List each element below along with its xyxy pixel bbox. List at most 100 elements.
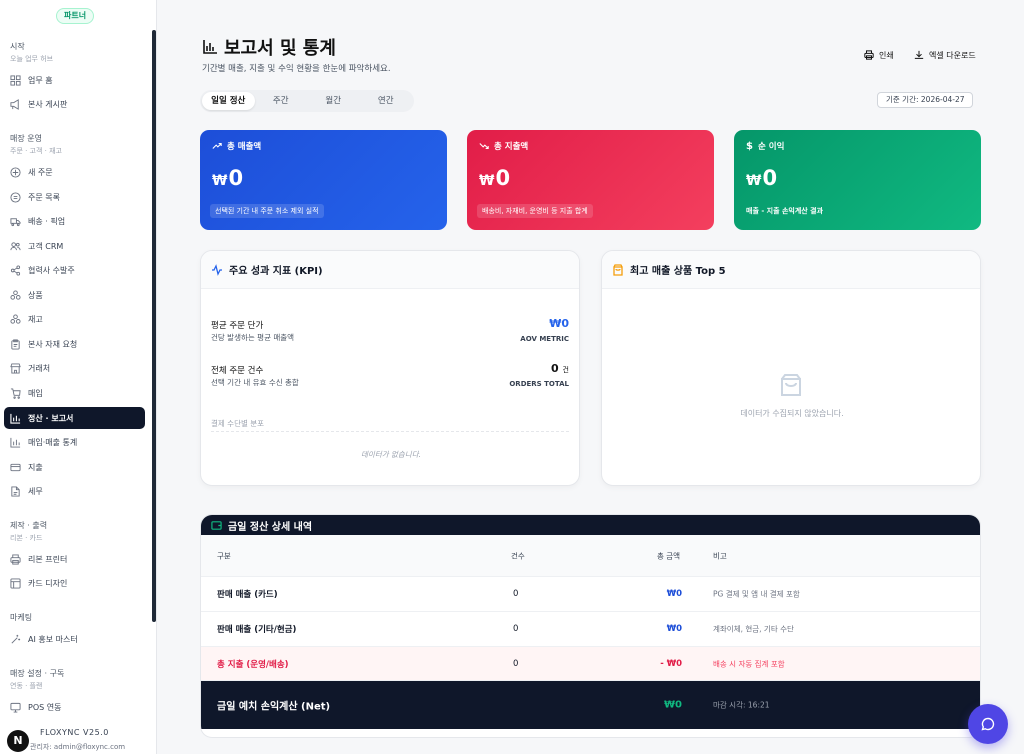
net-profit-card: $ 순 이익 ₩0 매출 - 지출 손익계산 결과 (734, 130, 981, 230)
excel-download-button[interactable]: 엑셀 다운로드 (914, 46, 976, 64)
clipboard-icon (11, 338, 20, 350)
tab-weekly[interactable]: 주간 (255, 92, 308, 110)
sidebar-item-products[interactable]: 상품 (4, 284, 145, 306)
sidebar-item-crm[interactable]: 고객 CRM (4, 235, 145, 257)
base-date-badge: 기준 기간: 2026-04-27 (877, 92, 974, 108)
orders-total-unit: ORDERS TOTAL (509, 380, 569, 388)
monitor-icon (10, 702, 21, 713)
table-header-bar: 금일 정산 상세 내역 (201, 515, 980, 535)
kpi-note: 매출 - 지출 손익계산 결과 (746, 207, 824, 215)
bar-chart-icon (10, 413, 21, 424)
boxes-icon (10, 289, 21, 300)
print-button[interactable]: 인쇄 (864, 46, 894, 64)
kpi-currency: ₩ (212, 173, 228, 189)
activity-icon (212, 263, 222, 276)
payment-distribution-label: 결제 수단별 분포 (211, 419, 265, 428)
store-icon (10, 362, 21, 374)
admin-email: 관리자: admin@floxync.com (30, 743, 126, 751)
row-amount: ₩0 (666, 624, 682, 634)
sidebar-item-label: POS 연동 (28, 702, 62, 712)
section-title-start: 시작 (10, 42, 25, 51)
section-sub-production: 리본 · 카드 (10, 534, 43, 542)
sidebar-item-vendors[interactable]: 거래처 (4, 357, 145, 379)
sidebar-item-purchase[interactable]: 매입 (4, 382, 145, 404)
kpi-detail-header: 주요 성과 지표 (KPI) (201, 251, 579, 289)
row-label: 판매 매출 (카드) (217, 590, 278, 600)
sidebar-item-order-list[interactable]: 주문 목록 (4, 186, 145, 208)
sidebar-item-label: 고객 CRM (28, 241, 64, 251)
net-amount: ₩0 (664, 699, 682, 711)
version-label: FLOXYNC V25.0 (40, 728, 109, 737)
net-label: 금일 예치 손익계산 (Net) (217, 701, 331, 713)
sidebar-item-label: 재고 (28, 314, 43, 324)
sidebar: 파트너 시작 오늘 업무 허브 업무 홈 본사 게시판 매장 운영 주문 · 고… (0, 0, 157, 754)
net-total-row: 금일 예치 손익계산 (Net) ₩0 마감 시각: 16:21 (201, 681, 980, 729)
sidebar-item-hq-material[interactable]: 본사 자재 요청 (4, 333, 145, 355)
layout-icon (10, 577, 21, 589)
boxes-icon (10, 313, 21, 324)
kpi-value: 0 (762, 166, 778, 190)
orders-total-label: 전체 주문 건수 (211, 366, 264, 376)
file-icon (11, 485, 20, 497)
sidebar-item-partner-orders[interactable]: 협력사 수발주 (4, 259, 145, 281)
kpi-currency: ₩ (479, 173, 495, 189)
sidebar-item-label: 배송 · 픽업 (28, 216, 66, 226)
orders-total-value-wrap: 0 건 (551, 362, 569, 375)
table-row: 판매 매출 (기타/현금) 0 ₩0 계좌이체, 현금, 기타 수단 (201, 612, 980, 647)
orders-total-suffix: 건 (562, 366, 569, 374)
sidebar-scrollbar[interactable] (152, 30, 156, 622)
top-products-empty: 데이터가 수집되지 않았습니다. (740, 409, 844, 418)
sidebar-item-ribbon-printer[interactable]: 리본 프린터 (4, 548, 145, 570)
section-title-marketing: 마케팅 (10, 613, 33, 622)
section-sub-start: 오늘 업무 허브 (10, 55, 54, 63)
sidebar-item-delivery[interactable]: 배송 · 픽업 (4, 210, 145, 232)
sidebar-item-label: 매입 (28, 388, 43, 398)
top-products-card: 최고 매출 상품 Top 5 데이터가 수집되지 않았습니다. (601, 250, 981, 486)
row-amount: ₩0 (666, 589, 682, 599)
sidebar-item-label: 정산 · 보고서 (28, 413, 74, 423)
sidebar-item-label: 협력사 수발주 (28, 265, 75, 275)
page-title: 보고서 및 통계 (202, 34, 336, 60)
row-note: 계좌이체, 현금, 기타 수단 (713, 624, 794, 634)
users-icon (10, 241, 21, 250)
sidebar-item-pos[interactable]: POS 연동 (4, 696, 145, 718)
table-row: 총 지출 (운영/배송) 0 - ₩0 배송 시 자동 집계 포함 (201, 647, 980, 681)
chat-icon (981, 717, 995, 731)
kpi-value: 0 (228, 166, 244, 190)
app-logo: N (7, 730, 29, 752)
col-category: 구분 (217, 551, 231, 560)
sidebar-item-tax[interactable]: 세무 (4, 480, 145, 502)
row-note: 배송 시 자동 집계 포함 (713, 659, 785, 668)
sidebar-item-expenses[interactable]: 지출 (4, 456, 145, 478)
sidebar-item-label: 리본 프린터 (28, 554, 68, 564)
sidebar-item-ai-promo[interactable]: AI 홍보 마스터 (4, 628, 145, 650)
card-icon (10, 463, 21, 471)
sidebar-item-inventory[interactable]: 재고 (4, 308, 145, 330)
tab-yearly[interactable]: 연간 (360, 92, 413, 110)
section-title-production: 제작 · 출력 (10, 521, 48, 530)
print-label: 인쇄 (879, 50, 894, 60)
sidebar-item-hq-board[interactable]: 본사 게시판 (4, 93, 145, 115)
megaphone-icon (10, 98, 19, 110)
tab-daily[interactable]: 일일 정산 (202, 92, 255, 110)
chat-button[interactable] (968, 704, 1008, 744)
sidebar-item-card-design[interactable]: 카드 디자인 (4, 572, 145, 594)
kpi-detail-title: 주요 성과 지표 (KPI) (229, 266, 323, 277)
row-amount: - ₩0 (660, 658, 682, 669)
sidebar-item-label: 주문 목록 (28, 192, 60, 202)
sidebar-item-stats[interactable]: 매입·매출 통계 (4, 431, 145, 453)
sidebar-item-work-home[interactable]: 업무 홈 (4, 69, 145, 91)
sidebar-item-settlement-reports[interactable]: 정산 · 보고서 (4, 407, 145, 429)
shopping-bag-icon (613, 263, 623, 276)
sidebar-item-label: 거래처 (28, 363, 51, 373)
sidebar-item-new-order[interactable]: 새 주문 (4, 161, 145, 183)
section-title-store: 매장 운영 (10, 134, 42, 143)
tab-monthly[interactable]: 월간 (307, 92, 360, 110)
section-sub-settings: 연동 · 플랜 (10, 682, 43, 690)
net-note: 마감 시각: 16:21 (713, 700, 770, 710)
main-content: 보고서 및 통계 기간별 매출, 지출 및 수익 현황을 한눈에 파악하세요. … (158, 0, 1024, 754)
sparkle-icon (11, 634, 21, 643)
avg-order-unit: AOV METRIC (520, 335, 569, 343)
sidebar-item-label: 상품 (28, 290, 43, 300)
partner-badge: 파트너 (56, 8, 95, 24)
